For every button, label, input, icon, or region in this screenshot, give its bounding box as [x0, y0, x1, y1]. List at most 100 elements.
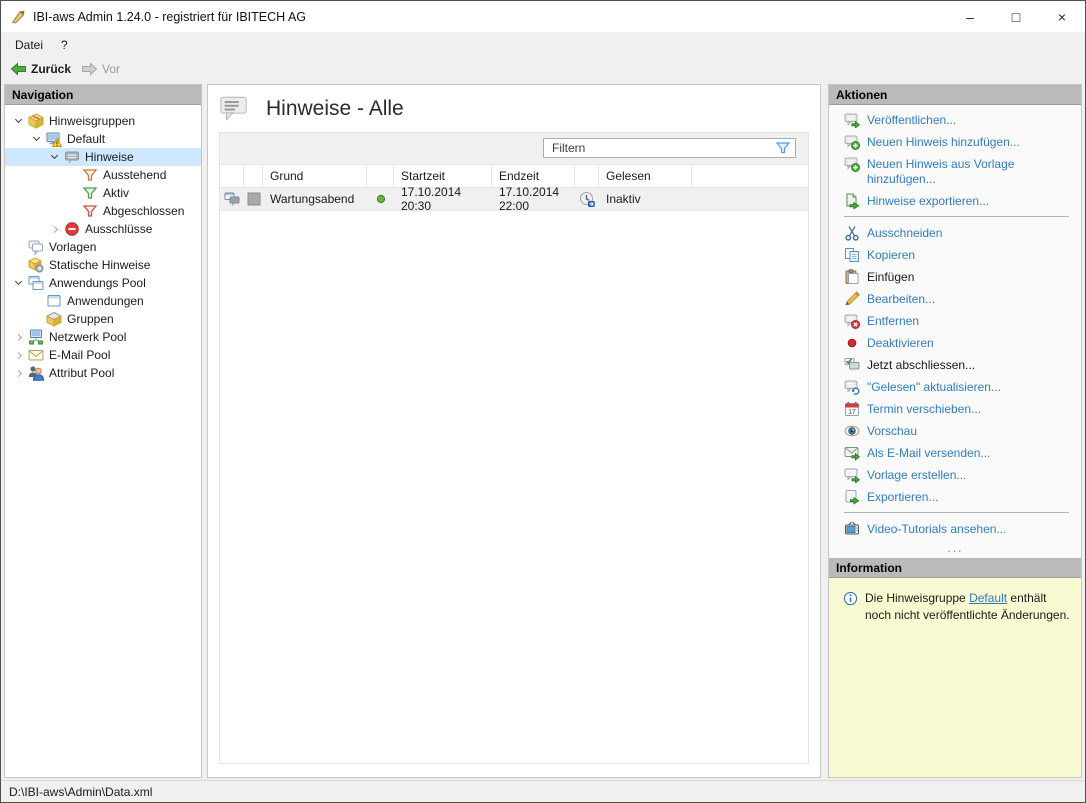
back-button[interactable]: Zurück: [5, 60, 76, 78]
chevron-right-icon[interactable]: [12, 346, 25, 364]
action-vorschau[interactable]: Vorschau: [844, 424, 1073, 439]
splitter-grip[interactable]: ···: [829, 548, 1081, 554]
tree-item-label: Anwendungs Pool: [49, 276, 146, 290]
cell-grund: Wartungsabend: [263, 188, 367, 210]
preview-icon: [844, 423, 860, 439]
action-entfernen[interactable]: Entfernen: [844, 314, 1073, 329]
action-video-tutorials[interactable]: Video-Tutorials ansehen...: [844, 522, 1073, 537]
action-label: Video-Tutorials ansehen...: [867, 522, 1006, 537]
action-label: Neuen Hinweis hinzufügen...: [867, 135, 1020, 150]
action-termin-verschieben[interactable]: 17 Termin verschieben...: [844, 402, 1073, 417]
action-label: Jetzt abschliessen...: [867, 358, 975, 373]
tree-item-attribut-pool[interactable]: Attribut Pool: [5, 364, 201, 382]
chevron-down-icon[interactable]: [30, 130, 43, 148]
tree-item-default[interactable]: Default: [5, 130, 201, 148]
action-einfuegen[interactable]: Einfügen: [844, 270, 1073, 285]
network-icon: [28, 329, 44, 345]
chevron-spacer: [66, 166, 79, 184]
chevron-right-icon[interactable]: [12, 364, 25, 382]
action-hinweis-aus-vorlage[interactable]: Neuen Hinweis aus Vorlage hinzufügen...: [844, 157, 1073, 187]
action-vorlage-erstellen[interactable]: Vorlage erstellen...: [844, 468, 1073, 483]
maximize-button[interactable]: □: [993, 1, 1039, 32]
action-veroeffentlichen[interactable]: Veröffentlichen...: [844, 113, 1073, 128]
calendar-icon: 17: [844, 401, 860, 417]
chevron-down-icon[interactable]: [12, 112, 25, 130]
menu-item-datei[interactable]: Datei: [6, 35, 52, 55]
menu-item-hilfe[interactable]: ?: [52, 35, 77, 55]
tree-item-abgeschlossen[interactable]: Abgeschlossen: [5, 202, 201, 220]
action-label: Hinweise exportieren...: [867, 194, 989, 209]
column-header-type[interactable]: [244, 165, 263, 187]
information-header: Information: [829, 558, 1081, 578]
edit-icon: [844, 291, 860, 307]
action-label: "Gelesen" aktualisieren...: [867, 380, 1001, 395]
column-header-status[interactable]: [367, 165, 394, 187]
action-label: Einfügen: [867, 270, 914, 285]
tree-item-hinweise[interactable]: Hinweise: [5, 148, 201, 166]
filter-input[interactable]: [543, 138, 796, 158]
tree-item-ausschluesse[interactable]: Ausschlüsse: [5, 220, 201, 238]
column-header-gelesen-icon[interactable]: [575, 165, 599, 187]
paste-icon: [844, 269, 860, 285]
funnel-green-icon: [82, 185, 98, 201]
action-jetzt-abschliessen[interactable]: Jetzt abschliessen...: [844, 358, 1073, 373]
table-row[interactable]: Wartungsabend17.10.2014 20:3017.10.2014 …: [220, 188, 808, 211]
cell-endzeit: 17.10.2014 22:00: [492, 188, 575, 210]
page-title: Hinweise - Alle: [266, 97, 404, 121]
chevron-spacer: [66, 202, 79, 220]
chevron-down-icon[interactable]: [12, 274, 25, 292]
action-kopieren[interactable]: Kopieren: [844, 248, 1073, 263]
chevron-right-icon[interactable]: [12, 328, 25, 346]
close-button[interactable]: ×: [1039, 1, 1085, 32]
action-deaktivieren[interactable]: Deaktivieren: [844, 336, 1073, 351]
default-group-link[interactable]: Default: [969, 591, 1007, 605]
navigation-header: Navigation: [5, 85, 201, 105]
navigation-panel: Navigation HinweisgruppenDefault Hinweise…: [4, 84, 202, 778]
column-header-endzeit[interactable]: Endzeit: [492, 165, 575, 187]
action-label: Termin verschieben...: [867, 402, 981, 417]
minimize-button[interactable]: –: [947, 1, 993, 32]
actions-divider: [844, 512, 1069, 513]
chevron-right-icon[interactable]: [48, 220, 61, 238]
tree-item-netzwerk-pool[interactable]: Netzwerk Pool: [5, 328, 201, 346]
action-als-email-versenden[interactable]: Als E-Mail versenden...: [844, 446, 1073, 461]
forward-button[interactable]: Vor: [76, 60, 125, 78]
action-gelesen-aktualisieren[interactable]: "Gelesen" aktualisieren...: [844, 380, 1073, 395]
filter-icon[interactable]: [775, 140, 791, 156]
copy-icon: [844, 247, 860, 263]
chevron-down-icon[interactable]: [48, 148, 61, 166]
cell-status: [367, 188, 394, 210]
tree-item-ausstehend[interactable]: Ausstehend: [5, 166, 201, 184]
action-bearbeiten[interactable]: Bearbeiten...: [844, 292, 1073, 307]
app-window: IBI-aws Admin 1.24.0 - registriert für I…: [0, 0, 1086, 803]
action-ausschneiden[interactable]: Ausschneiden: [844, 226, 1073, 241]
tree-item-e-mail-pool[interactable]: E-Mail Pool: [5, 346, 201, 364]
tree-item-anwendungen[interactable]: Anwendungen: [5, 292, 201, 310]
column-header-select[interactable]: [220, 165, 244, 187]
tree-item-aktiv[interactable]: Aktiv: [5, 184, 201, 202]
exclude-icon: [64, 221, 80, 237]
tree-item-anwendungs-pool[interactable]: Anwendungs Pool: [5, 274, 201, 292]
tree-item-statische-hinweise[interactable]: Statische Hinweise: [5, 256, 201, 274]
action-label: Deaktivieren: [867, 336, 934, 351]
tree-item-gruppen[interactable]: Gruppen: [5, 310, 201, 328]
right-panel: Aktionen Veröffentlichen...Neuen Hinweis…: [828, 84, 1082, 778]
action-label: Kopieren: [867, 248, 915, 263]
app-icon: [10, 9, 26, 25]
finish-icon: [844, 357, 860, 373]
publish-icon: [844, 112, 860, 128]
tree-item-label: Netzwerk Pool: [49, 330, 126, 344]
action-exportieren[interactable]: Exportieren...: [844, 490, 1073, 505]
action-hinweise-exportieren[interactable]: Hinweise exportieren...: [844, 194, 1073, 209]
add-note-icon: [844, 134, 860, 150]
refresh-note-icon: [844, 379, 860, 395]
column-header-filler: [692, 165, 808, 187]
column-header-grund[interactable]: Grund: [263, 165, 367, 187]
column-header-gelesen[interactable]: Gelesen: [599, 165, 692, 187]
column-header-startzeit[interactable]: Startzeit: [394, 165, 492, 187]
main-title-row: Hinweise - Alle: [208, 85, 820, 132]
tree-item-vorlagen[interactable]: Vorlagen: [5, 238, 201, 256]
action-neuer-hinweis[interactable]: Neuen Hinweis hinzufügen...: [844, 135, 1073, 150]
tree-item-label: Hinweise: [85, 150, 134, 164]
tree-item-hinweisgruppen[interactable]: Hinweisgruppen: [5, 112, 201, 130]
